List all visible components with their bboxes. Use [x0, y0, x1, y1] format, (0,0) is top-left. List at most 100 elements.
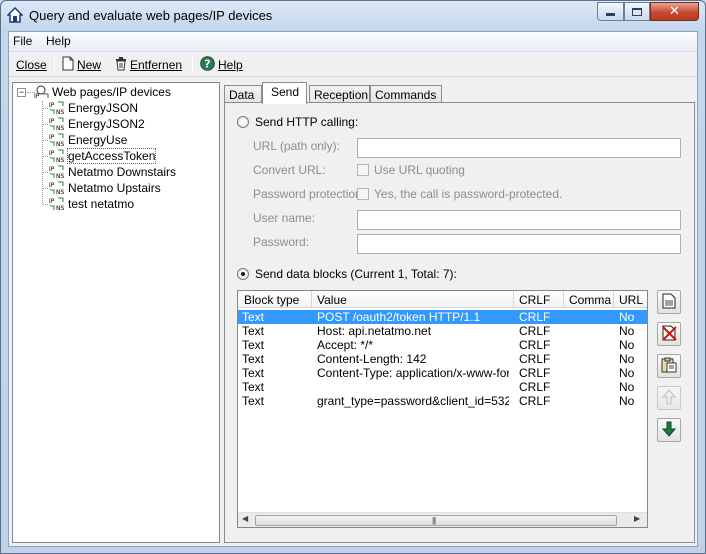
new-document-icon [662, 293, 676, 312]
svg-text:IP: IP [49, 134, 55, 141]
arrow-up-icon [661, 388, 677, 408]
menu-file[interactable]: File [13, 34, 32, 48]
url-field[interactable] [357, 138, 681, 158]
cell-block-type: Text [242, 352, 265, 366]
arrow-down-icon [661, 421, 677, 440]
cell-url: No [619, 352, 635, 366]
cell-url: No [619, 324, 635, 338]
column-header-crlf[interactable]: CRLF [519, 293, 550, 307]
data-blocks-table[interactable]: Block type Value CRLF Comma URL Text POST… [237, 290, 648, 528]
table-row[interactable]: Text Content-Type: application/x-www-form… [238, 366, 647, 380]
table-row[interactable]: Text CRLF No [238, 380, 647, 394]
table-row[interactable]: Text Content-Length: 142 CRLF No [238, 352, 647, 366]
close-button[interactable]: Close [16, 56, 47, 74]
cell-block-type: Text [242, 366, 265, 380]
tree-item[interactable]: IP NS test netatmo [49, 196, 134, 212]
ip-device-icon: IP NS [49, 117, 65, 131]
table-row[interactable]: Text Accept: */* CRLF No [238, 338, 647, 352]
tree-item[interactable]: IP NS Netatmo Downstairs [49, 164, 176, 180]
tab-commands[interactable]: Commands [370, 85, 442, 103]
close-window-button[interactable]: ✕ [650, 2, 699, 21]
toolbar-separator [54, 56, 55, 74]
new-block-button[interactable] [657, 290, 681, 314]
move-up-button[interactable] [657, 386, 681, 410]
svg-text:?: ? [204, 58, 210, 71]
remove-button[interactable]: Entfernen [115, 56, 182, 74]
cell-block-type: Text [242, 380, 265, 394]
password-field[interactable] [357, 234, 681, 254]
move-down-button[interactable] [657, 418, 681, 442]
svg-text:IP: IP [49, 102, 55, 109]
device-tree[interactable]: − IP Web pages/IP devices IP NS EnergyJSON… [12, 82, 220, 543]
menu-help[interactable]: Help [46, 34, 71, 48]
user-name-field[interactable] [357, 210, 681, 230]
tree-item[interactable]: IP NS Netatmo Upstairs [49, 180, 161, 196]
column-divider[interactable] [613, 291, 614, 308]
tab-send-label: Send [271, 85, 300, 99]
table-row[interactable]: Text POST /oauth2/token HTTP/1.1 CRLF No [238, 310, 647, 324]
svg-text:IP: IP [49, 150, 55, 157]
help-button[interactable]: ? Help [200, 56, 243, 74]
tree-item[interactable]: IP NS EnergyJSON2 [49, 116, 145, 132]
network-root-icon: IP [33, 85, 49, 99]
column-header-url[interactable]: URL [619, 293, 643, 307]
title-bar[interactable]: Query and evaluate web pages/IP devices … [1, 1, 705, 31]
horizontal-scrollbar[interactable]: ◀ ||| ▶ [238, 512, 647, 527]
scrollbar-thumb[interactable]: ||| [255, 515, 617, 526]
cell-value: grant_type=password&client_id=5325... [317, 394, 509, 408]
cell-block-type: Text [242, 310, 265, 324]
collapse-icon[interactable]: − [17, 88, 26, 97]
column-header-value[interactable]: Value [317, 293, 347, 307]
cell-url: No [619, 366, 635, 380]
cell-block-type: Text [242, 338, 265, 352]
table-header: Block type Value CRLF Comma URL [238, 291, 647, 308]
column-divider[interactable] [513, 291, 514, 308]
minimize-icon [606, 13, 615, 16]
column-header-block-type[interactable]: Block type [244, 293, 299, 307]
url-quoting-checkbox[interactable] [357, 164, 369, 176]
column-divider[interactable] [563, 291, 564, 308]
maximize-button[interactable] [624, 2, 650, 21]
table-row[interactable]: Text Host: api.netatmo.net CRLF No [238, 324, 647, 338]
svg-text:NS: NS [56, 109, 64, 115]
svg-text:NS: NS [56, 157, 64, 163]
maximize-icon [632, 7, 642, 16]
send-data-blocks-radio[interactable] [237, 268, 249, 280]
tree-line [42, 101, 43, 205]
tree-item[interactable]: IP NS EnergyJSON [49, 100, 138, 116]
new-button[interactable]: New [62, 56, 101, 74]
minimize-button[interactable] [597, 2, 624, 21]
cell-block-type: Text [242, 324, 265, 338]
column-header-comma[interactable]: Comma [569, 293, 611, 307]
ip-device-icon: IP NS [49, 149, 65, 163]
cell-url: No [619, 394, 635, 408]
ip-device-icon: IP NS [49, 197, 65, 211]
scroll-left-icon[interactable]: ◀ [242, 514, 248, 523]
tab-reception[interactable]: Reception [309, 85, 370, 103]
tab-send[interactable]: Send [262, 82, 307, 104]
tree-item[interactable]: IP NS EnergyUse [49, 132, 127, 148]
ip-device-icon: IP NS [49, 101, 65, 115]
scroll-right-icon[interactable]: ▶ [634, 514, 640, 523]
delete-block-button[interactable] [657, 322, 681, 346]
password-protected-checkbox[interactable] [357, 188, 369, 200]
cell-crlf: CRLF [519, 366, 551, 380]
table-row[interactable]: Text grant_type=password&client_id=5325..… [238, 394, 647, 408]
paste-block-button[interactable] [657, 354, 681, 378]
ip-device-icon: IP NS [49, 181, 65, 195]
send-http-radio[interactable] [237, 116, 249, 128]
tree-item-label: Netatmo Downstairs [68, 165, 177, 179]
tree-root[interactable]: IP Web pages/IP devices [33, 84, 171, 100]
clipboard-icon [661, 357, 677, 376]
toolbar-separator [192, 56, 193, 74]
delete-document-icon [661, 325, 677, 344]
window-title: Query and evaluate web pages/IP devices [29, 8, 273, 23]
cell-value: POST /oauth2/token HTTP/1.1 [317, 310, 481, 324]
tab-data[interactable]: Data [224, 85, 262, 103]
ip-device-icon: IP NS [49, 165, 65, 179]
svg-text:IP: IP [49, 198, 55, 205]
tree-root-label: Web pages/IP devices [52, 85, 171, 99]
svg-text:NS: NS [56, 125, 64, 131]
column-divider[interactable] [311, 291, 312, 308]
tree-item[interactable]: IP NS getAccessToken [49, 148, 157, 164]
